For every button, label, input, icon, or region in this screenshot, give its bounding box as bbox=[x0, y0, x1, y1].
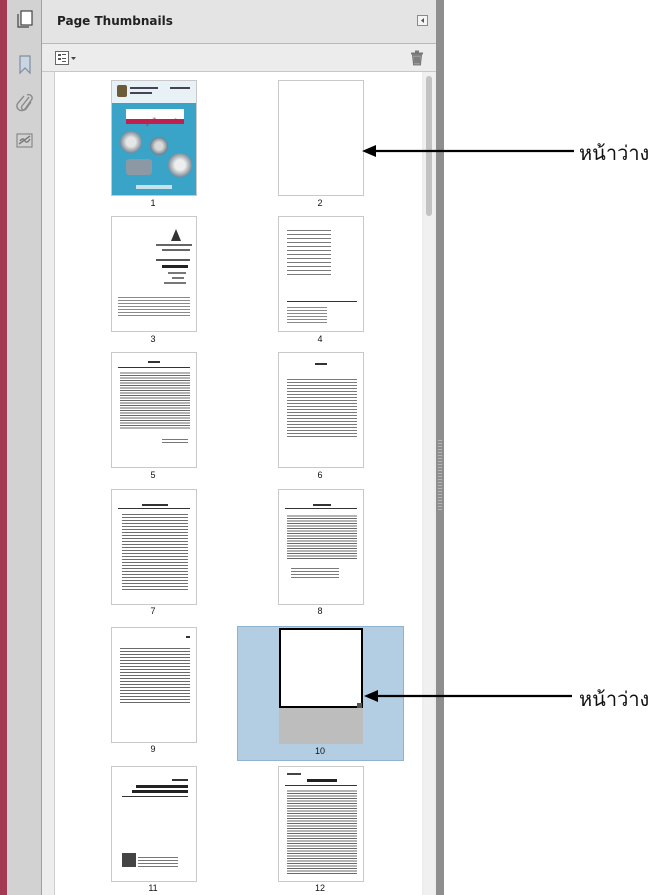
page-thumbnail-9[interactable] bbox=[112, 628, 196, 742]
blank-page-annotation-1: หน้าว่าง bbox=[579, 141, 650, 165]
page-view-rectangle[interactable] bbox=[279, 628, 363, 708]
annotation-arrow-2 bbox=[364, 690, 572, 702]
page-number-label: 5 bbox=[150, 470, 156, 480]
panel-header: Page Thumbnails bbox=[42, 0, 436, 44]
delete-pages-button[interactable] bbox=[410, 50, 424, 66]
thumbnail-options-icon bbox=[55, 51, 76, 65]
page-number-label: 4 bbox=[317, 334, 323, 344]
panel-splitter[interactable] bbox=[436, 0, 444, 895]
page-thumbnail-5[interactable] bbox=[112, 353, 196, 467]
panel-title: Page Thumbnails bbox=[57, 14, 173, 28]
page-number-label: 11 bbox=[148, 883, 158, 893]
blank-page-annotation-2: หน้าว่าง bbox=[579, 687, 650, 711]
page-number-label: 1 bbox=[150, 198, 156, 208]
navigation-rail bbox=[7, 0, 42, 895]
page-thumbnail-12[interactable] bbox=[279, 767, 363, 881]
collapse-panel-button[interactable] bbox=[417, 15, 428, 26]
vertical-scrollbar[interactable] bbox=[424, 72, 434, 895]
chevron-left-icon bbox=[421, 18, 424, 23]
thumbnail-grid[interactable] bbox=[54, 72, 422, 895]
page-thumbnail-10[interactable] bbox=[279, 628, 363, 744]
splitter-grip[interactable] bbox=[438, 440, 442, 510]
page-thumbnail-8[interactable] bbox=[279, 490, 363, 604]
attachment-icon[interactable] bbox=[14, 92, 36, 114]
page-thumbnail-11[interactable] bbox=[112, 767, 196, 881]
page-thumbnail-2[interactable] bbox=[279, 81, 363, 195]
page-thumbnail-7[interactable] bbox=[112, 490, 196, 604]
page-number-label: 2 bbox=[317, 198, 323, 208]
page-thumbnails-icon[interactable] bbox=[14, 8, 36, 30]
page-number-label: 7 bbox=[150, 606, 156, 616]
signature-icon[interactable] bbox=[14, 130, 36, 152]
page-thumbnail-3[interactable] bbox=[112, 217, 196, 331]
page-number-label: 10 bbox=[314, 746, 325, 756]
bookmark-icon[interactable] bbox=[14, 54, 36, 76]
page-number-label: 9 bbox=[150, 744, 156, 754]
page-thumbnail-6[interactable] bbox=[279, 353, 363, 467]
page-thumbnail-4[interactable] bbox=[279, 217, 363, 331]
trash-icon bbox=[411, 50, 423, 66]
annotation-arrow-1 bbox=[362, 145, 574, 157]
page-number-label: 6 bbox=[317, 470, 323, 480]
window-edge bbox=[0, 0, 7, 895]
page-number-label: 3 bbox=[150, 334, 156, 344]
page-thumbnail-1[interactable]: ระบบสูบไฮดรอลิก bbox=[112, 81, 196, 195]
thumbnail-options-button[interactable] bbox=[55, 50, 79, 66]
page-number-label: 8 bbox=[317, 606, 323, 616]
page-number-label: 12 bbox=[314, 883, 325, 893]
panel-toolbar bbox=[42, 44, 436, 72]
